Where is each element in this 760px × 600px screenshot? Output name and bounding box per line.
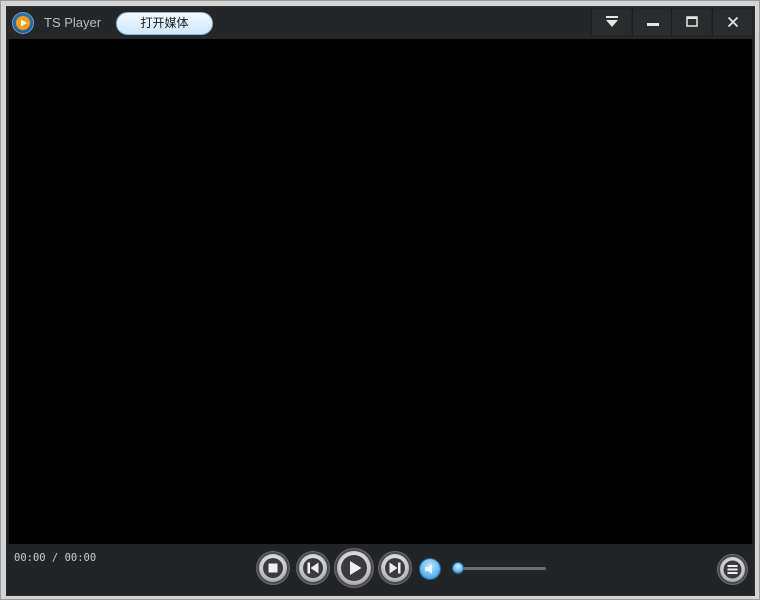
volume-slider[interactable] xyxy=(452,563,546,573)
app-window: TS Player 打开媒体 00:00 / 00:00 xyxy=(0,0,760,600)
maximize-button[interactable] xyxy=(671,9,711,35)
previous-button[interactable] xyxy=(299,554,327,582)
volume-icon xyxy=(425,564,432,574)
title-bar[interactable]: TS Player 打开媒体 xyxy=(7,7,754,39)
app-title: TS Player xyxy=(44,15,102,30)
next-button[interactable] xyxy=(381,554,409,582)
playlist-button[interactable] xyxy=(720,557,745,582)
minimize-icon xyxy=(647,23,659,26)
next-icon xyxy=(385,558,405,578)
menu-dropdown-icon xyxy=(606,16,618,27)
volume-slider-thumb[interactable] xyxy=(453,563,463,573)
close-button[interactable] xyxy=(712,9,752,35)
volume-button[interactable] xyxy=(420,559,440,579)
play-icon xyxy=(341,555,367,581)
play-button[interactable] xyxy=(337,551,371,585)
play-logo-icon xyxy=(12,12,34,34)
control-bar: 00:00 / 00:00 xyxy=(7,544,754,595)
time-display: 00:00 / 00:00 xyxy=(14,552,97,564)
maximize-icon xyxy=(686,16,698,27)
menu-dropdown-button[interactable] xyxy=(591,9,631,35)
minimize-button[interactable] xyxy=(632,9,672,35)
playlist-icon xyxy=(723,560,742,579)
stop-icon xyxy=(263,558,283,578)
open-media-button[interactable]: 打开媒体 xyxy=(116,12,213,35)
previous-icon xyxy=(303,558,323,578)
close-icon xyxy=(727,16,739,28)
window-frame: TS Player 打开媒体 00:00 / 00:00 xyxy=(6,6,755,596)
video-display[interactable] xyxy=(9,39,752,544)
stop-button[interactable] xyxy=(259,554,287,582)
